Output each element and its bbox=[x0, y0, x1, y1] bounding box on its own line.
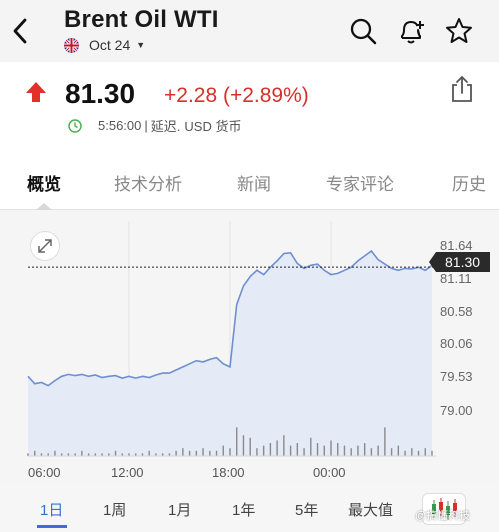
price-change: +2.28 (+2.89%) bbox=[164, 84, 309, 107]
volume-bar bbox=[249, 437, 251, 456]
chart-canvas bbox=[27, 221, 436, 457]
volume-bar bbox=[316, 443, 319, 456]
expand-icon[interactable] bbox=[30, 231, 60, 261]
volume-bar bbox=[276, 440, 278, 456]
period-1d[interactable]: 1日 bbox=[40, 499, 63, 520]
period-max[interactable]: 最大值 bbox=[348, 499, 393, 520]
market-selector[interactable]: Oct 24 ▼ bbox=[64, 36, 145, 54]
volume-bar bbox=[54, 450, 56, 456]
date-label: Oct 24 bbox=[89, 37, 131, 53]
volume-bar bbox=[390, 448, 393, 456]
period-1w[interactable]: 1周 bbox=[103, 499, 126, 520]
volume-bar bbox=[397, 445, 400, 456]
volume-bar bbox=[411, 448, 413, 456]
y-tick-label: 80.06 bbox=[440, 336, 473, 352]
y-tick-label: 81.11 bbox=[440, 271, 472, 286]
volume-bar bbox=[357, 445, 359, 456]
volume-bar bbox=[114, 450, 117, 456]
volume-bar bbox=[431, 450, 433, 456]
volume-bar bbox=[363, 443, 366, 456]
bell-plus-icon[interactable] bbox=[396, 16, 426, 46]
volume-bar bbox=[34, 450, 36, 456]
quote-panel: 81.30 +2.28 (+2.89%) 5:56:00 | 延迟. USD 货… bbox=[0, 62, 499, 150]
search-icon[interactable] bbox=[348, 16, 378, 46]
volume-bar bbox=[417, 450, 420, 456]
period-active-indicator bbox=[37, 525, 67, 528]
price-chart[interactable]: 81.64 81.11 80.58 80.06 79.53 79.00 06:00 12:0… bbox=[0, 211, 499, 486]
volume-bar bbox=[269, 443, 272, 456]
quote-time-row: 5:56:00 | 延迟. USD 货币 bbox=[68, 116, 241, 135]
volume-bar bbox=[310, 437, 312, 456]
volume-bar bbox=[377, 445, 379, 456]
volume-bar bbox=[343, 445, 346, 456]
section-tabs: 概览 技术分析 新闻 专家评论 历史 bbox=[0, 150, 499, 210]
volume-bar bbox=[424, 448, 426, 456]
volume-bar bbox=[323, 445, 325, 456]
volume-bar bbox=[330, 440, 332, 456]
page-title: Brent Oil WTI bbox=[64, 6, 219, 33]
arrow-up-icon bbox=[24, 80, 48, 104]
tab-news[interactable]: 新闻 bbox=[237, 170, 271, 195]
volume-bar bbox=[404, 450, 406, 456]
volume-bar bbox=[384, 427, 386, 456]
volume-bar bbox=[148, 450, 150, 456]
volume-bar bbox=[81, 450, 83, 456]
volume-bar bbox=[182, 448, 184, 456]
y-tick-label: 79.53 bbox=[440, 369, 473, 385]
volume-bar bbox=[229, 448, 231, 456]
period-5y[interactable]: 5年 bbox=[295, 499, 318, 520]
period-1y[interactable]: 1年 bbox=[232, 499, 255, 520]
share-icon[interactable] bbox=[448, 74, 476, 104]
volume-bar bbox=[209, 450, 211, 456]
volume-bar bbox=[350, 448, 352, 456]
x-tick-label: 12:00 bbox=[111, 465, 144, 480]
x-tick-label: 06:00 bbox=[28, 465, 61, 480]
quote-time: 5:56:00 bbox=[98, 118, 142, 133]
volume-bar bbox=[337, 443, 339, 456]
back-icon[interactable] bbox=[8, 14, 34, 48]
volume-bar bbox=[370, 448, 373, 456]
x-tick-label: 00:00 bbox=[313, 465, 346, 480]
tab-technical[interactable]: 技术分析 bbox=[114, 170, 182, 195]
delay-label: 延迟. bbox=[150, 119, 181, 134]
volume-bar bbox=[215, 450, 218, 456]
volume-bar bbox=[202, 448, 204, 456]
last-price: 81.30 bbox=[65, 78, 136, 109]
volume-bar bbox=[195, 450, 198, 456]
star-icon[interactable] bbox=[444, 16, 474, 46]
volume-bar bbox=[256, 448, 258, 456]
volume-bar bbox=[303, 448, 305, 456]
y-tick-label: 81.64 bbox=[440, 237, 473, 253]
volume-bar bbox=[283, 435, 285, 456]
volume-bar bbox=[222, 445, 224, 456]
tab-indicator bbox=[36, 203, 52, 210]
period-1m[interactable]: 1月 bbox=[168, 499, 191, 520]
volume-bar bbox=[289, 445, 292, 456]
clock-icon bbox=[68, 118, 82, 133]
y-tick-label: 80.58 bbox=[440, 304, 473, 320]
current-price-tag: 81.30 bbox=[429, 252, 490, 272]
volume-bar bbox=[242, 435, 245, 456]
tab-overview[interactable]: 概览 bbox=[27, 170, 61, 195]
volume-bar bbox=[262, 445, 265, 456]
x-tick-label: 18:00 bbox=[212, 465, 245, 480]
volume-bar bbox=[175, 450, 177, 456]
watermark: @搞懂科技 bbox=[415, 510, 471, 522]
chevron-down-icon: ▼ bbox=[136, 40, 146, 50]
currency-label: USD 货币 bbox=[184, 119, 242, 134]
volume-bar bbox=[296, 443, 299, 456]
uk-flag-icon bbox=[64, 37, 79, 53]
tab-analysis[interactable]: 专家评论 bbox=[326, 170, 394, 195]
volume-bar bbox=[188, 450, 191, 456]
app-header: Brent Oil WTI Oct 24 ▼ bbox=[0, 0, 499, 62]
y-tick-label: 79.00 bbox=[440, 402, 473, 418]
tab-history[interactable]: 历史 bbox=[452, 170, 486, 195]
separator: | bbox=[144, 118, 148, 133]
volume-bar bbox=[236, 427, 238, 456]
